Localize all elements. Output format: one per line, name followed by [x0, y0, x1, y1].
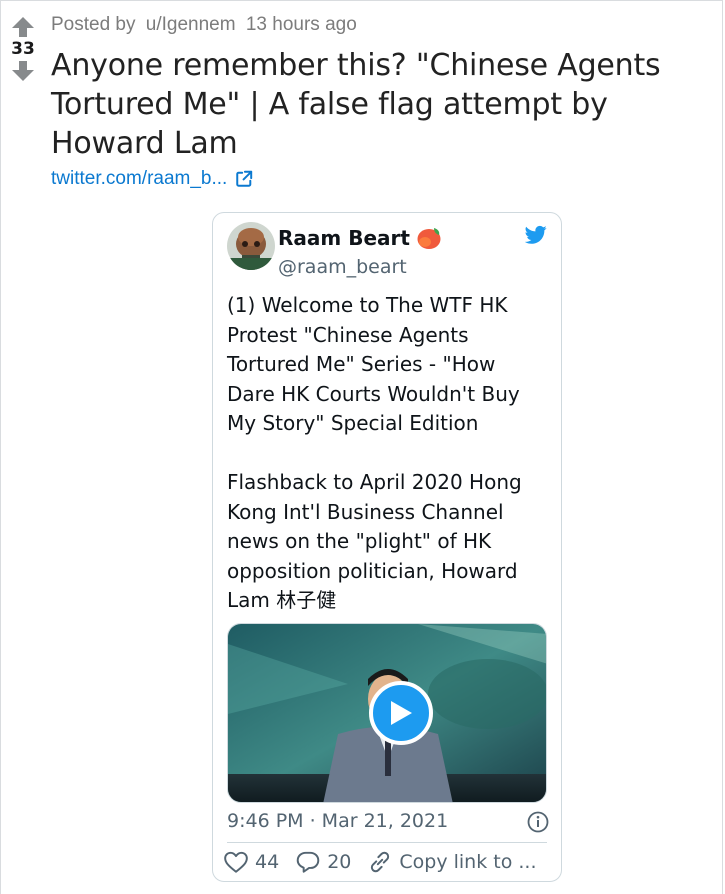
- tweet-timestamp[interactable]: 9:46 PM · Mar 21, 2021: [227, 810, 448, 832]
- downvote-icon[interactable]: [12, 61, 34, 81]
- tweet-divider: [227, 842, 547, 843]
- tweet-actions: 44 20 Copy link to ...: [223, 849, 553, 875]
- posted-by-label: Posted by: [51, 14, 136, 35]
- like-action[interactable]: 44: [223, 849, 279, 875]
- upvote-icon[interactable]: [12, 17, 34, 37]
- post-card: 33 Posted by u/Igennem 13 hours ago Anyo…: [0, 0, 723, 894]
- copy-link-label[interactable]: Copy link to ...: [399, 851, 536, 873]
- external-link-text[interactable]: twitter.com/raam_b...: [51, 168, 227, 190]
- video-thumbnail[interactable]: [227, 623, 547, 803]
- embedded-tweet[interactable]: Raam Beart @raam_beart (1) Welcome to Th…: [212, 212, 562, 882]
- post-author[interactable]: u/Igennem: [146, 14, 236, 35]
- post-title[interactable]: Anyone remember this? "Chinese Agents To…: [51, 46, 691, 163]
- tweet-paragraph-2: Flashback to April 2020 Hong Kong Int'l …: [227, 470, 522, 612]
- external-link-icon[interactable]: [235, 170, 253, 188]
- copy-link-action[interactable]: Copy link to ...: [367, 849, 537, 875]
- vote-score: 33: [11, 39, 35, 59]
- link-icon[interactable]: [367, 849, 393, 875]
- play-icon[interactable]: [388, 699, 414, 727]
- tweet-author-name[interactable]: Raam Beart: [278, 226, 442, 250]
- post-time[interactable]: 13 hours ago: [246, 14, 357, 35]
- heart-icon[interactable]: [223, 849, 249, 875]
- post-meta: Posted by u/Igennem 13 hours ago: [51, 14, 357, 36]
- tweet-text: (1) Welcome to The WTF HK Protest "Chine…: [227, 291, 547, 616]
- reply-icon[interactable]: [295, 849, 321, 875]
- external-link[interactable]: twitter.com/raam_b...: [51, 168, 253, 190]
- play-button[interactable]: [369, 681, 433, 745]
- reply-count[interactable]: 20: [327, 851, 351, 873]
- mango-emoji-icon: [417, 228, 441, 249]
- tweet-paragraph-1: (1) Welcome to The WTF HK Protest "Chine…: [227, 293, 520, 435]
- like-count[interactable]: 44: [255, 851, 279, 873]
- vote-column: 33: [1, 1, 45, 81]
- reply-action[interactable]: 20: [295, 849, 351, 875]
- twitter-bird-icon[interactable]: [525, 225, 547, 245]
- tweet-handle[interactable]: @raam_beart: [278, 256, 407, 278]
- tweet-author-label[interactable]: Raam Beart: [278, 226, 410, 250]
- avatar[interactable]: [227, 222, 275, 270]
- info-icon[interactable]: [527, 811, 549, 833]
